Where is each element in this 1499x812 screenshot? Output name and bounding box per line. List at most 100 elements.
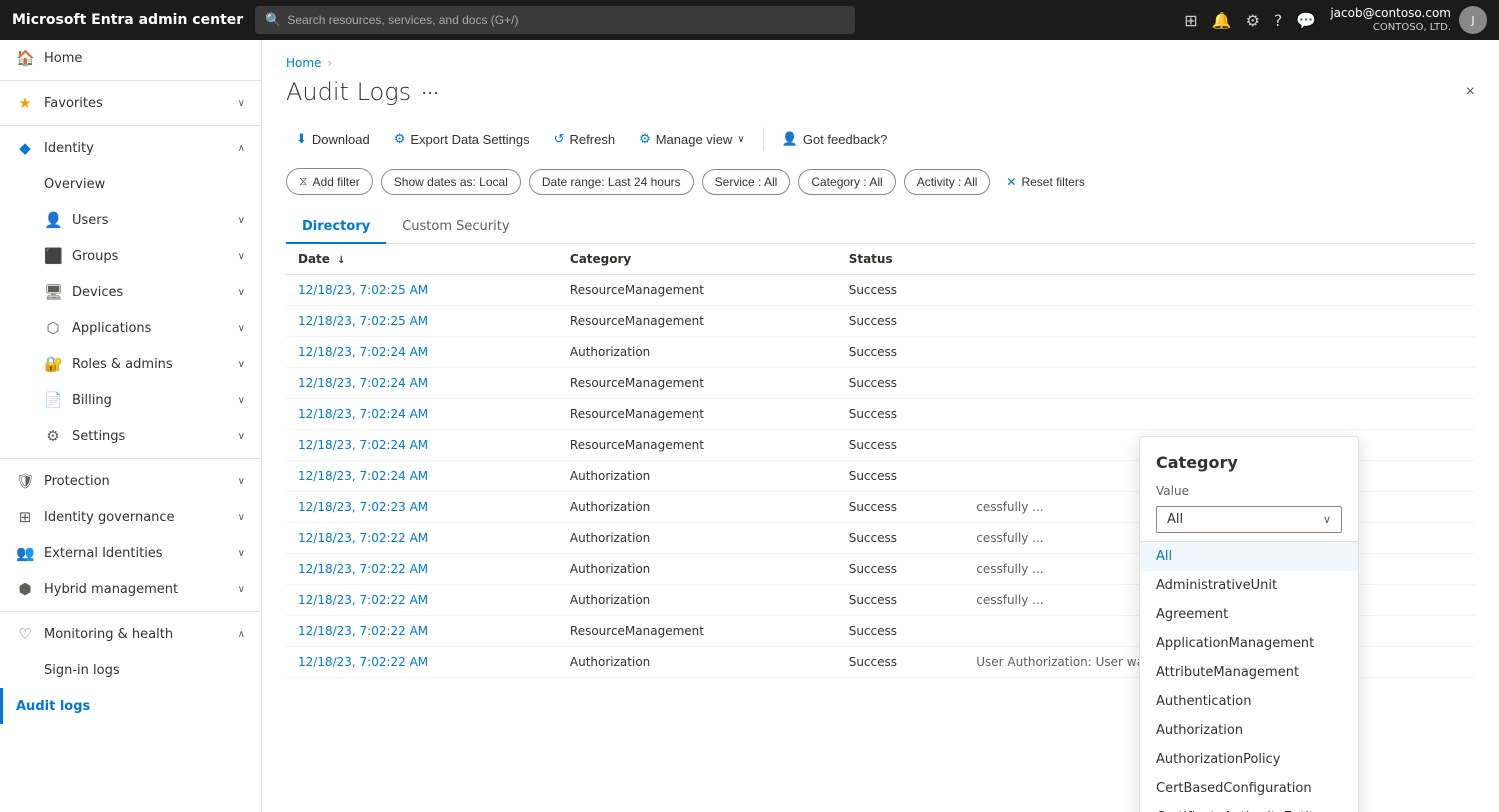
row-date-link[interactable]: 12/18/23, 7:02:24 AM bbox=[298, 438, 428, 452]
settings-icon[interactable]: ⚙ bbox=[1246, 11, 1260, 30]
sidebar-item-roles-admins[interactable]: 🔐 Roles & admins ∨ bbox=[0, 346, 261, 382]
reset-filters-button[interactable]: ✕ Reset filters bbox=[998, 170, 1092, 194]
feedback-button[interactable]: 👤 Got feedback? bbox=[772, 126, 898, 152]
dropdown-list-item[interactable]: Agreement bbox=[1140, 600, 1358, 629]
row-date-link[interactable]: 12/18/23, 7:02:24 AM bbox=[298, 407, 428, 421]
sidebar-item-monitoring[interactable]: ♡ Monitoring & health ∧ bbox=[0, 616, 261, 652]
chevron-up-icon: ∧ bbox=[238, 143, 245, 154]
toolbar-separator bbox=[763, 127, 764, 151]
col-header-status[interactable]: Status bbox=[837, 244, 965, 275]
row-date-link[interactable]: 12/18/23, 7:02:22 AM bbox=[298, 624, 428, 638]
breadcrumb-home[interactable]: Home bbox=[286, 56, 321, 70]
sidebar-label-applications: Applications bbox=[72, 321, 151, 336]
row-date-link[interactable]: 12/18/23, 7:02:22 AM bbox=[298, 531, 428, 545]
portal-icon[interactable]: ⊞ bbox=[1184, 11, 1197, 30]
row-category: Authorization bbox=[558, 554, 837, 585]
search-bar[interactable]: 🔍 bbox=[255, 6, 855, 34]
col-header-date[interactable]: Date ↓ bbox=[286, 244, 558, 275]
download-button[interactable]: ⬇ Download bbox=[286, 126, 380, 152]
row-date-link[interactable]: 12/18/23, 7:02:22 AM bbox=[298, 562, 428, 576]
row-category: Authorization bbox=[558, 461, 837, 492]
help-icon[interactable]: ? bbox=[1274, 11, 1283, 30]
row-date-link[interactable]: 12/18/23, 7:02:23 AM bbox=[298, 500, 428, 514]
export-data-settings-button[interactable]: ⚙ Export Data Settings bbox=[384, 126, 540, 152]
hybrid-icon: ⬢ bbox=[16, 580, 34, 598]
avatar[interactable]: J bbox=[1459, 6, 1487, 34]
users-icon: 👤 bbox=[44, 211, 62, 229]
refresh-button[interactable]: ↺ Refresh bbox=[544, 126, 625, 152]
service-filter[interactable]: Service : All bbox=[702, 169, 791, 195]
tab-custom-security[interactable]: Custom Security bbox=[386, 211, 525, 244]
dropdown-select-control[interactable]: All ∨ bbox=[1156, 506, 1342, 533]
tab-directory[interactable]: Directory bbox=[286, 211, 386, 244]
col-header-category[interactable]: Category bbox=[558, 244, 837, 275]
dropdown-list-item[interactable]: AttributeManagement bbox=[1140, 658, 1358, 687]
sidebar-item-billing[interactable]: 📄 Billing ∨ bbox=[0, 382, 261, 418]
more-options-button[interactable]: ··· bbox=[421, 82, 439, 103]
row-date-link[interactable]: 12/18/23, 7:02:24 AM bbox=[298, 469, 428, 483]
row-activity bbox=[964, 337, 1475, 368]
table-container: Date ↓ Category Status 12/18/23, 7:02:25… bbox=[286, 244, 1475, 678]
row-date-link[interactable]: 12/18/23, 7:02:22 AM bbox=[298, 655, 428, 669]
sidebar-item-settings[interactable]: ⚙ Settings ∨ bbox=[0, 418, 261, 454]
search-input[interactable] bbox=[287, 13, 845, 27]
close-button[interactable]: × bbox=[1466, 83, 1475, 101]
show-dates-filter[interactable]: Show dates as: Local bbox=[381, 169, 521, 195]
sidebar-item-identity[interactable]: ◆ Identity ∧ bbox=[0, 130, 261, 166]
groups-icon: ⬛ bbox=[44, 247, 62, 265]
row-activity bbox=[964, 275, 1475, 306]
sidebar-item-users[interactable]: 👤 Users ∨ bbox=[0, 202, 261, 238]
chevron-down-icon: ∨ bbox=[238, 215, 245, 226]
sidebar-item-overview[interactable]: Overview bbox=[0, 166, 261, 202]
table-row[interactable]: 12/18/23, 7:02:25 AMResourceManagementSu… bbox=[286, 306, 1475, 337]
reset-icon: ✕ bbox=[1006, 175, 1016, 189]
sidebar-item-audit-logs[interactable]: Audit logs bbox=[0, 688, 261, 724]
sidebar-item-favorites[interactable]: ★ Favorites ∨ bbox=[0, 85, 261, 121]
dropdown-list-item[interactable]: Authorization bbox=[1140, 716, 1358, 745]
sidebar-item-external-identities[interactable]: 👥 External Identities ∨ bbox=[0, 535, 261, 571]
table-row[interactable]: 12/18/23, 7:02:24 AMAuthorizationSuccess bbox=[286, 337, 1475, 368]
chevron-down-icon: ∨ bbox=[238, 395, 245, 406]
user-info[interactable]: jacob@contoso.com CONTOSO, LTD. J bbox=[1330, 6, 1487, 35]
row-activity bbox=[964, 368, 1475, 399]
feedback-icon[interactable]: 💬 bbox=[1296, 11, 1316, 30]
sidebar-item-sign-in-logs[interactable]: Sign-in logs bbox=[0, 652, 261, 688]
row-date-link[interactable]: 12/18/23, 7:02:25 AM bbox=[298, 283, 428, 297]
sidebar-item-groups[interactable]: ⬛ Groups ∨ bbox=[0, 238, 261, 274]
dropdown-list-item[interactable]: Authentication bbox=[1140, 687, 1358, 716]
sidebar-label-roles: Roles & admins bbox=[72, 357, 173, 372]
dropdown-list-item[interactable]: All bbox=[1140, 542, 1358, 571]
notifications-icon[interactable]: 🔔 bbox=[1212, 11, 1232, 30]
dropdown-list-item[interactable]: AdministrativeUnit bbox=[1140, 571, 1358, 600]
dropdown-list-item[interactable]: CertBasedConfiguration bbox=[1140, 774, 1358, 803]
row-date-link[interactable]: 12/18/23, 7:02:24 AM bbox=[298, 345, 428, 359]
activity-filter[interactable]: Activity : All bbox=[904, 169, 991, 195]
sidebar-item-applications[interactable]: ⬡ Applications ∨ bbox=[0, 310, 261, 346]
refresh-icon: ↺ bbox=[554, 131, 565, 147]
date-range-filter[interactable]: Date range: Last 24 hours bbox=[529, 169, 694, 195]
add-filter-button[interactable]: ⧖ Add filter bbox=[286, 168, 373, 195]
row-date-link[interactable]: 12/18/23, 7:02:25 AM bbox=[298, 314, 428, 328]
sidebar-item-home[interactable]: 🏠 Home bbox=[0, 40, 261, 76]
manage-view-button[interactable]: ⚙ Manage view ∨ bbox=[629, 126, 755, 152]
row-date-link[interactable]: 12/18/23, 7:02:22 AM bbox=[298, 593, 428, 607]
row-category: ResourceManagement bbox=[558, 306, 837, 337]
sidebar-item-hybrid[interactable]: ⬢ Hybrid management ∨ bbox=[0, 571, 261, 607]
dropdown-list-item[interactable]: ApplicationManagement bbox=[1140, 629, 1358, 658]
filter-icon: ⧖ bbox=[299, 174, 307, 189]
sidebar-item-devices[interactable]: 🖥 Devices ∨ bbox=[0, 274, 261, 310]
table-row[interactable]: 12/18/23, 7:02:25 AMResourceManagementSu… bbox=[286, 275, 1475, 306]
row-status: Success bbox=[837, 337, 965, 368]
sidebar-label-identity: Identity bbox=[44, 141, 94, 156]
table-row[interactable]: 12/18/23, 7:02:24 AMResourceManagementSu… bbox=[286, 399, 1475, 430]
chevron-down-icon: ∨ bbox=[238, 287, 245, 298]
dropdown-list-item[interactable]: CertificateAuthorityEntity bbox=[1140, 803, 1358, 812]
row-date-link[interactable]: 12/18/23, 7:02:24 AM bbox=[298, 376, 428, 390]
table-row[interactable]: 12/18/23, 7:02:24 AMResourceManagementSu… bbox=[286, 368, 1475, 399]
row-category: ResourceManagement bbox=[558, 275, 837, 306]
sidebar-item-identity-governance[interactable]: ⊞ Identity governance ∨ bbox=[0, 499, 261, 535]
sidebar-item-protection[interactable]: 🛡 Protection ∨ bbox=[0, 463, 261, 499]
category-filter[interactable]: Category : All bbox=[798, 169, 895, 195]
dropdown-list-item[interactable]: AuthorizationPolicy bbox=[1140, 745, 1358, 774]
sidebar-label-groups: Groups bbox=[72, 249, 118, 264]
